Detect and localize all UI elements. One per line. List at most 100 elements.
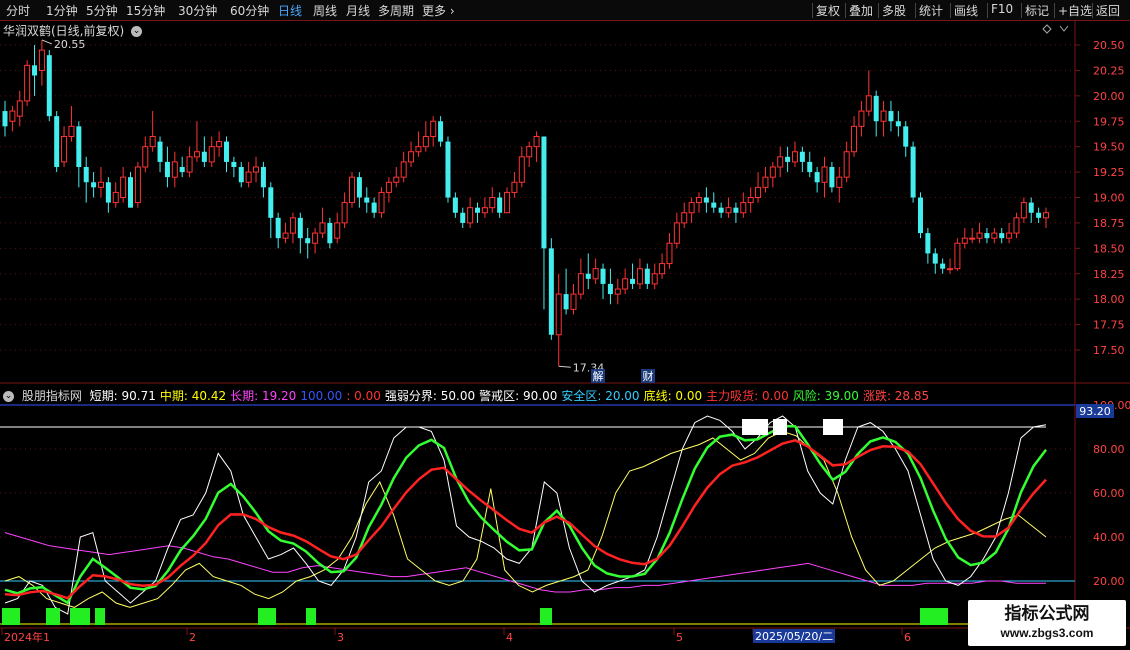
candle-body <box>873 95 879 122</box>
indicator-value-9: 主力吸货: 0.00 <box>706 389 789 403</box>
candle-body <box>533 136 540 148</box>
candle-body <box>954 242 961 270</box>
candle-body <box>991 232 998 239</box>
sell-zone-block <box>742 419 768 435</box>
candle-body <box>807 161 813 173</box>
candle-body <box>475 207 481 213</box>
chevron-down-icon[interactable]: ⌄ <box>3 391 14 402</box>
candle-body <box>570 293 577 310</box>
candle-body <box>238 167 244 183</box>
event-marker: 解 <box>593 369 604 383</box>
buy-zone-block <box>70 608 90 625</box>
candle-body <box>769 166 776 178</box>
candle-body <box>829 167 835 188</box>
candle-body <box>193 151 200 158</box>
candle-body <box>791 151 798 163</box>
candle-body <box>481 207 488 214</box>
candle-body <box>438 121 444 142</box>
candle-body <box>740 202 747 214</box>
long-term-line <box>4 532 1046 593</box>
candle-body <box>231 161 237 167</box>
candle-body <box>83 167 89 183</box>
candle-body <box>134 166 141 204</box>
candle-body <box>630 278 636 284</box>
candle-body <box>814 172 820 183</box>
candle-body <box>371 202 377 213</box>
candle-body <box>253 166 260 173</box>
price-tick-label: 19.75 <box>1093 115 1125 128</box>
date-tick-label: 4 <box>506 631 513 644</box>
candle-body <box>607 283 613 295</box>
candle-body <box>925 233 931 254</box>
buy-zone-block <box>258 608 276 625</box>
candle-body <box>179 167 185 173</box>
buy-zone-block <box>95 608 105 625</box>
candle-body <box>1013 217 1020 234</box>
price-tick-label: 17.50 <box>1093 344 1125 357</box>
candle-body <box>711 202 717 208</box>
candle-body <box>733 207 739 213</box>
candle-body <box>947 268 954 271</box>
chevron-down-icon[interactable] <box>1059 25 1069 32</box>
chart-canvas[interactable]: 20.50 20.25 20.00 19.75 19.50 19.25 19.00 18.75… <box>0 0 1130 650</box>
candle-body <box>888 111 894 122</box>
chart-title: 华润双鹤(日线,前复权) <box>3 24 125 38</box>
price-tick-label: 19.00 <box>1093 192 1125 205</box>
candle-body <box>112 191 119 204</box>
candle-body <box>327 222 333 244</box>
candle-body <box>497 197 503 213</box>
chevron-down-icon[interactable]: ⌄ <box>131 26 143 37</box>
candle-body <box>585 273 591 279</box>
candle-body <box>305 238 311 244</box>
candle-body <box>282 232 289 239</box>
diamond-icon[interactable] <box>1042 24 1052 34</box>
candle-body <box>312 232 319 244</box>
indicator-value-0: 短期: 90.71 <box>89 389 156 403</box>
candle-body <box>865 95 872 112</box>
watermark-url: www.zbgs3.com <box>1000 626 1094 640</box>
candle-body <box>984 233 990 239</box>
candle-body <box>268 187 274 218</box>
candle-body <box>356 177 362 198</box>
candle-body <box>91 182 97 188</box>
candle-body <box>76 126 82 167</box>
candle-body <box>563 294 569 310</box>
price-tick-label: 17.75 <box>1093 319 1125 332</box>
indicator-value-2: 长期: 19.20 <box>230 389 297 403</box>
candle-body <box>289 217 296 234</box>
candle-body <box>105 182 111 203</box>
candle-body <box>32 65 38 76</box>
candle-body <box>999 233 1005 239</box>
candle-body <box>917 197 923 234</box>
indicator-value-4: : 0.00 <box>346 389 381 403</box>
candle-body <box>349 176 355 204</box>
risk-line <box>4 424 1047 605</box>
candle-body <box>275 217 281 239</box>
candle-body <box>526 146 533 158</box>
indicator-value-3: 100.00 <box>300 389 343 403</box>
indicator-tick-label: 40.00 <box>1093 531 1125 544</box>
candle-body <box>548 248 554 335</box>
candle-body <box>385 181 392 193</box>
candle-body <box>54 116 60 167</box>
date-tick-label: 2024年1 <box>4 630 50 644</box>
high-pointer <box>41 39 53 45</box>
candle-body <box>46 55 52 117</box>
candle-body <box>400 161 407 178</box>
candle-body <box>895 121 901 127</box>
price-tick-label: 18.75 <box>1093 217 1125 230</box>
candle-body <box>903 126 909 147</box>
candle-body <box>511 181 518 193</box>
indicator-name[interactable]: 股朋指标网 <box>22 389 82 403</box>
candle-body <box>696 197 702 204</box>
candle-body <box>149 136 156 148</box>
candle-body <box>9 110 16 122</box>
sell-zone-block <box>773 419 787 435</box>
date-tick-label: 3 <box>337 631 344 644</box>
candle-body <box>334 222 341 239</box>
candle-body <box>636 268 643 285</box>
candle-body <box>688 202 695 214</box>
candle-body <box>785 156 791 162</box>
indicator-tick-label: 20.00 <box>1093 575 1125 588</box>
candle-body <box>858 110 865 127</box>
